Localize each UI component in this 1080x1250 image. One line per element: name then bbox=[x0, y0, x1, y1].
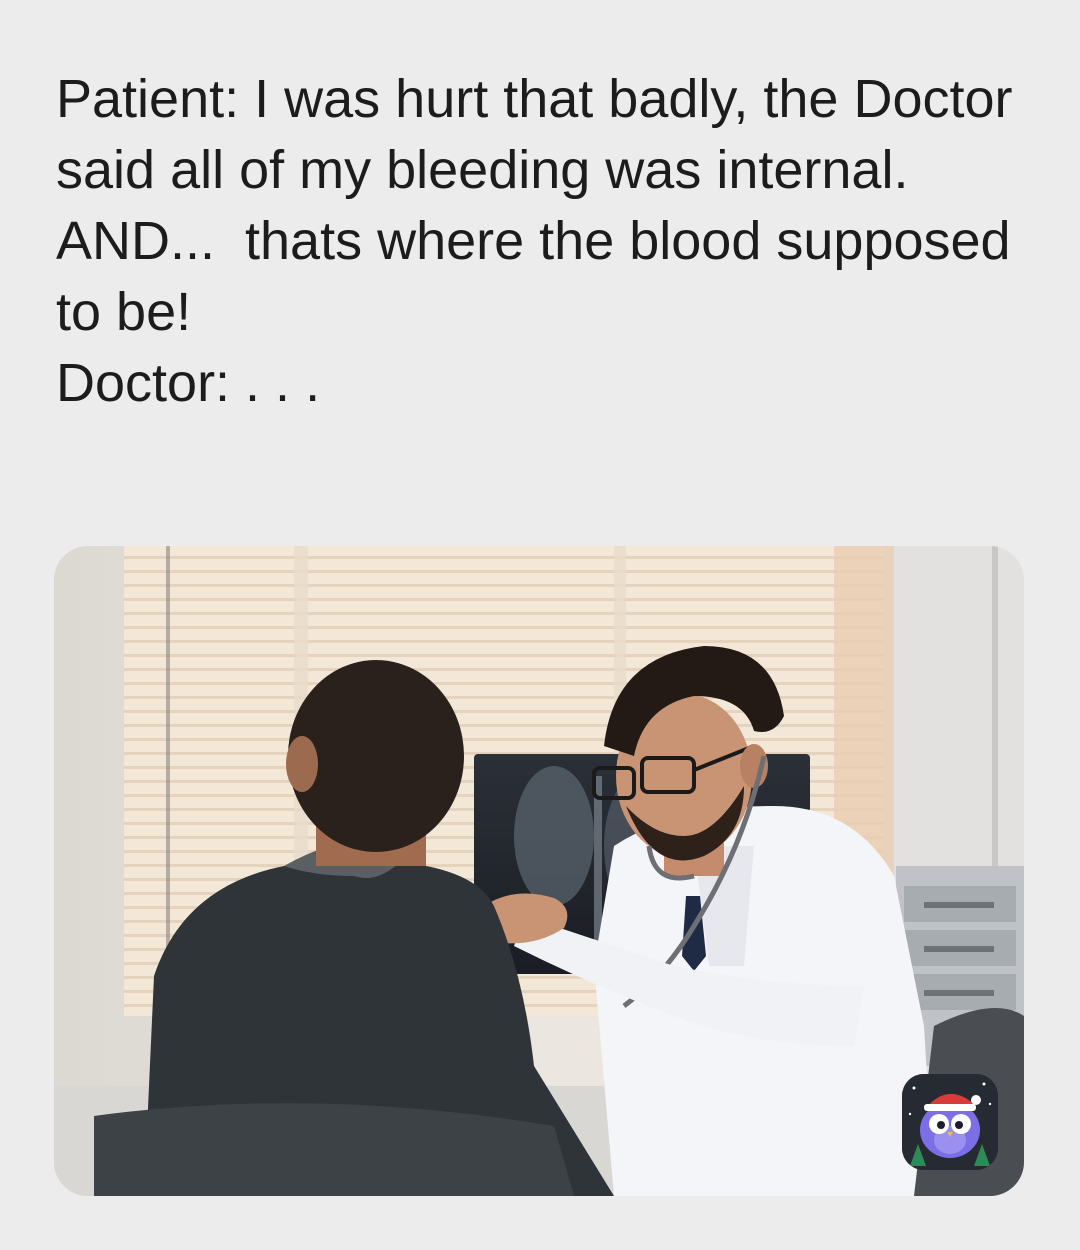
app-badge bbox=[902, 1074, 998, 1170]
meme-photo bbox=[54, 546, 1024, 1196]
owl-santa-hat-icon bbox=[902, 1074, 998, 1170]
doctor-patient-illustration bbox=[54, 546, 1024, 1196]
meme-card: Patient: I was hurt that badly, the Doct… bbox=[0, 0, 1080, 1250]
meme-caption: Patient: I was hurt that badly, the Doct… bbox=[56, 69, 1013, 413]
